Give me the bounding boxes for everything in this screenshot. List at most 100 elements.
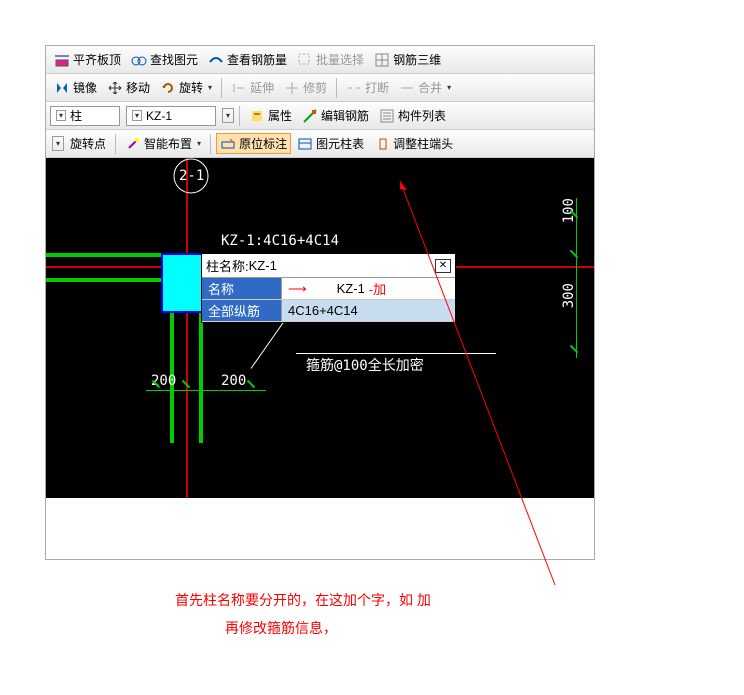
close-icon[interactable]: ✕ xyxy=(435,259,451,273)
smart-layout-button[interactable]: 智能布置 ▾ xyxy=(121,133,205,154)
popup-title-prefix: 柱名称: xyxy=(206,256,249,275)
axis-label: 2-1 xyxy=(179,168,204,184)
break-button[interactable]: 打断 xyxy=(342,77,393,98)
chevron-down-icon: ▾ xyxy=(132,110,142,121)
column-property-popup: 柱名称: KZ-1 ✕ 名称 ⟶ KZ-1 -加 全部纵筋 4C16+4C14 xyxy=(201,253,456,323)
stirrup-note-text: 箍筋@100全长加密 xyxy=(306,355,424,375)
edit-rebar-button[interactable]: 编辑钢筋 xyxy=(298,105,373,126)
rotate-icon xyxy=(160,80,176,96)
component-list-button[interactable]: 构件列表 xyxy=(375,105,450,126)
batch-select[interactable]: 批量选择 xyxy=(293,49,368,70)
label: 延伸 xyxy=(250,79,274,96)
arrow-indicator: ⟶ xyxy=(288,281,307,297)
grid-line-vertical xyxy=(186,158,188,498)
extend-icon xyxy=(231,80,247,96)
row-value[interactable]: ⟶ KZ-1 -加 xyxy=(282,278,455,299)
wall-line xyxy=(199,313,203,443)
toolbar-row-3: ▾ 柱 ▾ KZ-1 ▾ 属性 编辑钢筋 构件列表 xyxy=(46,102,594,130)
popup-row-name[interactable]: 名称 ⟶ KZ-1 -加 xyxy=(202,278,455,300)
properties-button[interactable]: 属性 xyxy=(245,105,296,126)
merge-icon xyxy=(399,80,415,96)
annotation-line-1: 首先柱名称要分开的，在这加个字，如 加 xyxy=(175,590,431,610)
drawing-canvas[interactable]: 2-1 KZ-1:4C16+4C14 200 200 100 300 箍筋@10… xyxy=(46,158,594,498)
separator xyxy=(239,106,240,126)
label: 镜像 xyxy=(73,79,97,96)
view-rebar-qty[interactable]: 查看钢筋量 xyxy=(204,49,291,70)
toolbar-row-1: 平齐板顶 查找图元 查看钢筋量 批量选择 钢筋三维 xyxy=(46,46,594,74)
label: 构件列表 xyxy=(398,107,446,124)
popup-title-value: KZ-1 xyxy=(249,258,277,273)
move-icon xyxy=(107,80,123,96)
annotation-line-2: 再修改箍筋信息， xyxy=(225,618,337,638)
dim-300: 300 xyxy=(561,283,577,308)
element-column-table-button[interactable]: 图元柱表 xyxy=(293,133,368,154)
row-value[interactable]: 4C16+4C14 xyxy=(282,300,455,321)
merge-button[interactable]: 合并 ▾ xyxy=(395,77,455,98)
label: 智能布置 xyxy=(144,135,192,152)
wall-line xyxy=(46,278,161,282)
label: 移动 xyxy=(126,79,150,96)
mirror-icon xyxy=(54,80,70,96)
dim-tick xyxy=(247,380,255,388)
break-icon xyxy=(346,80,362,96)
align-to-slab-top[interactable]: 平齐板顶 xyxy=(50,49,125,70)
toolbar-row-4: ▾ 旋转点 智能布置 ▾ 原位标注 图元柱表 调整柱端头 xyxy=(46,130,594,158)
adjust-column-end-button[interactable]: 调整柱端头 xyxy=(370,133,457,154)
grid-icon xyxy=(374,52,390,68)
inplace-label-button[interactable]: 原位标注 xyxy=(216,133,291,154)
select-icon xyxy=(297,52,313,68)
separator xyxy=(336,78,337,98)
row-label: 名称 xyxy=(202,278,282,299)
chevron-down-icon: ▾ xyxy=(447,83,451,92)
chevron-down-icon[interactable]: ▾ xyxy=(52,136,64,151)
separator xyxy=(221,78,222,98)
rebar-icon xyxy=(208,52,224,68)
list-icon xyxy=(379,108,395,124)
rebar-3d[interactable]: 钢筋三维 xyxy=(370,49,445,70)
properties-icon xyxy=(249,108,265,124)
row-label: 全部纵筋 xyxy=(202,300,282,321)
move-button[interactable]: 移动 xyxy=(103,77,154,98)
label: 打断 xyxy=(365,79,389,96)
label: 原位标注 xyxy=(239,135,287,152)
trim-icon xyxy=(284,80,300,96)
separator xyxy=(115,134,116,154)
align-icon xyxy=(54,52,70,68)
chevron-down-icon: ▾ xyxy=(197,139,201,148)
label: 图元柱表 xyxy=(316,135,364,152)
label: 旋转 xyxy=(179,79,203,96)
separator xyxy=(210,134,211,154)
label: 查找图元 xyxy=(150,51,198,68)
rotate-point-button[interactable]: 旋转点 xyxy=(66,133,110,154)
suffix-text: -加 xyxy=(369,279,386,298)
select-value: 柱 xyxy=(70,107,82,124)
popup-row-rebar[interactable]: 全部纵筋 4C16+4C14 xyxy=(202,300,455,322)
label: 查看钢筋量 xyxy=(227,51,287,68)
find-element[interactable]: 查找图元 xyxy=(127,49,202,70)
extend-button[interactable]: 延伸 xyxy=(227,77,278,98)
mirror-button[interactable]: 镜像 xyxy=(50,77,101,98)
label: 属性 xyxy=(268,107,292,124)
select-value: KZ-1 xyxy=(146,109,172,123)
dim-line xyxy=(146,390,266,391)
toolbar-row-2: 镜像 移动 旋转 ▾ 延伸 修剪 打断 合并 ▾ xyxy=(46,74,594,102)
label: 编辑钢筋 xyxy=(321,107,369,124)
element-type-select[interactable]: ▾ 柱 xyxy=(50,106,120,126)
value-text: KZ-1 xyxy=(337,281,365,296)
dim-line xyxy=(576,198,577,358)
cad-app-window: 平齐板顶 查找图元 查看钢筋量 批量选择 钢筋三维 镜像 移动 xyxy=(45,45,595,560)
binoculars-icon xyxy=(131,52,147,68)
adjust-icon xyxy=(374,136,390,152)
label: 平齐板顶 xyxy=(73,51,121,68)
component-select[interactable]: ▾ KZ-1 xyxy=(126,106,216,126)
edit-rebar-icon xyxy=(302,108,318,124)
label: 钢筋三维 xyxy=(393,51,441,68)
trim-button[interactable]: 修剪 xyxy=(280,77,331,98)
popup-title-row: 柱名称: KZ-1 ✕ xyxy=(202,254,455,278)
leader-line xyxy=(296,353,496,354)
label: 合并 xyxy=(418,79,442,96)
label-icon xyxy=(220,136,236,152)
wand-icon xyxy=(125,136,141,152)
chevron-down-icon[interactable]: ▾ xyxy=(222,108,234,123)
rotate-button[interactable]: 旋转 ▾ xyxy=(156,77,216,98)
